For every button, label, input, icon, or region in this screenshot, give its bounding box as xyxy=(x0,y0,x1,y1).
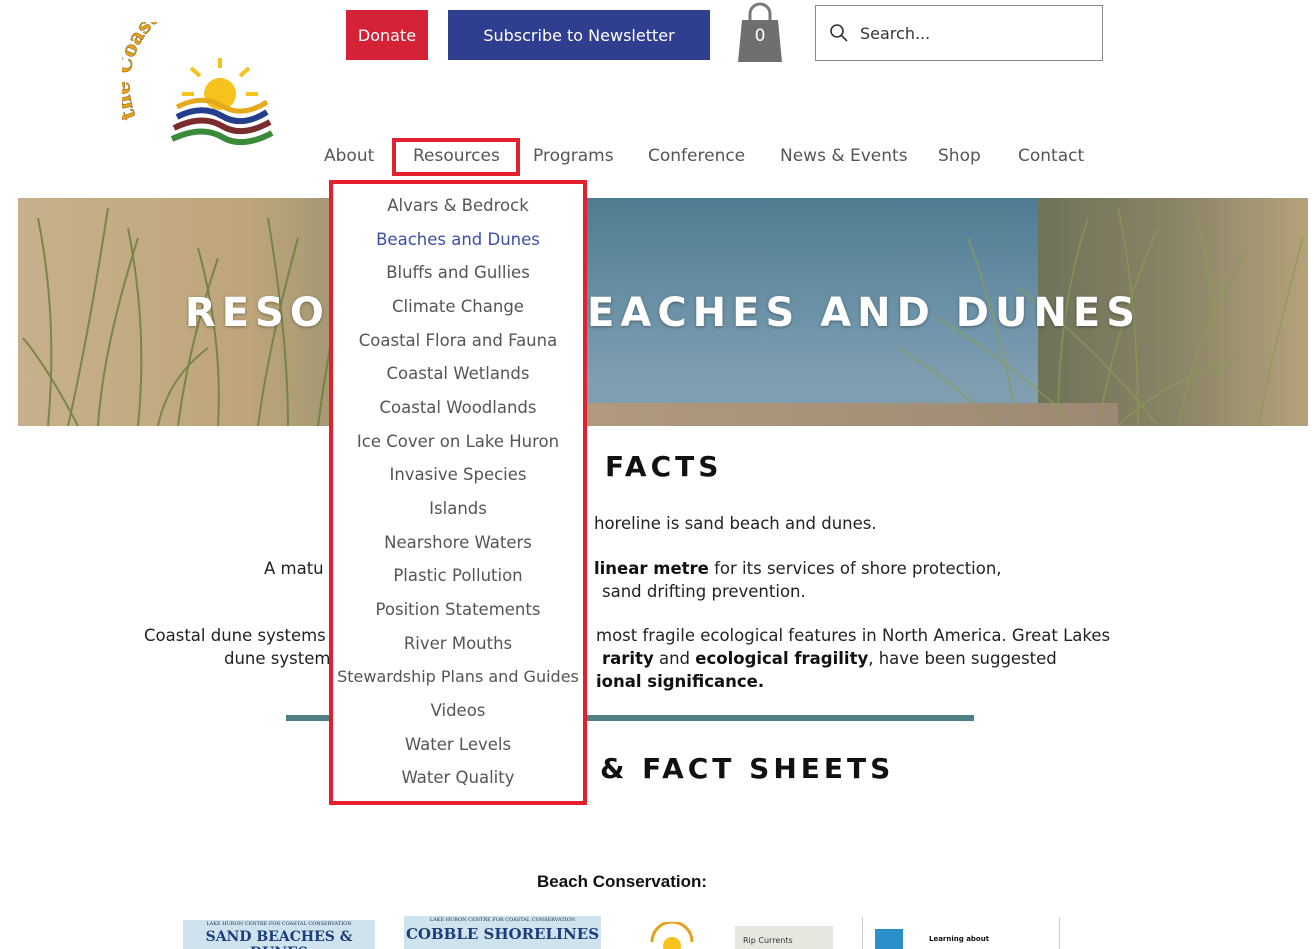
fact-paragraph-3-line1: most fragile ecological features in Nort… xyxy=(596,626,1111,645)
dropdown-item-stewardship-plans[interactable]: Stewardship Plans and Guides xyxy=(333,667,583,686)
hero-title: RESOURCES: BEACHES AND DUNES xyxy=(184,290,1142,336)
linear-metre-bold: linear metre xyxy=(594,559,709,578)
hero-banner: RESOURCES: BEACHES AND DUNES xyxy=(18,198,1308,426)
rip-currents-factsheet[interactable]: Rip Currents xyxy=(735,926,833,949)
search-box[interactable] xyxy=(815,5,1103,61)
learning-about-factsheet[interactable]: Learning about xyxy=(862,917,1060,949)
thumb-org-label: LAKE HURON CENTRE FOR COASTAL CONSERVATI… xyxy=(206,921,352,927)
thumb-title: COBBLE SHORELINES xyxy=(405,925,600,943)
dropdown-item-position-statements[interactable]: Position Statements xyxy=(333,600,583,619)
thumb-org-label: LAKE HURON CENTRE FOR COASTAL CONSERVATI… xyxy=(429,917,576,923)
nav-item-conference[interactable]: Conference xyxy=(648,146,745,166)
dropdown-item-alvars-bedrock[interactable]: Alvars & Bedrock xyxy=(333,196,583,215)
p3-rest: , have been suggested xyxy=(868,649,1057,668)
sand-beaches-dunes-factsheet[interactable]: LAKE HURON CENTRE FOR COASTAL CONSERVATI… xyxy=(183,920,375,949)
dropdown-item-water-quality[interactable]: Water Quality xyxy=(333,768,583,787)
dropdown-item-bluffs-gullies[interactable]: Bluffs and Gullies xyxy=(333,263,583,282)
dropdown-item-invasive-species[interactable]: Invasive Species xyxy=(333,465,583,484)
dropdown-item-coastal-woodlands[interactable]: Coastal Woodlands xyxy=(333,398,583,417)
beach-conservation-label: Beach Conservation: xyxy=(536,872,708,891)
cart-button[interactable]: 0 xyxy=(736,2,784,62)
fact-sheets-heading: & FACT SHEETS xyxy=(600,752,895,785)
donate-button[interactable]: Donate xyxy=(346,10,428,60)
dropdown-item-coastal-wetlands[interactable]: Coastal Wetlands xyxy=(333,364,583,383)
p2-rest: for its services of shore protection, xyxy=(714,559,1002,578)
dropdown-item-plastic-pollution[interactable]: Plastic Pollution xyxy=(333,566,583,585)
fact-paragraph-3-prefix2: dune system xyxy=(224,649,331,668)
facts-heading: FACTS xyxy=(605,450,723,483)
dropdown-item-beaches-dunes[interactable]: Beaches and Dunes xyxy=(333,230,583,249)
subscribe-newsletter-button[interactable]: Subscribe to Newsletter xyxy=(448,10,710,60)
resources-dropdown-menu: Alvars & Bedrock Beaches and Dunes Bluff… xyxy=(329,180,587,805)
nav-item-shop[interactable]: Shop xyxy=(938,146,981,166)
dropdown-item-islands[interactable]: Islands xyxy=(333,499,583,518)
dropdown-item-videos[interactable]: Videos xyxy=(333,701,583,720)
rarity-bold: rarity xyxy=(602,649,654,668)
fact-paragraph-3-prefix1: Coastal dune systems xyxy=(144,626,326,645)
main-nav: About Resources Programs Conference News… xyxy=(0,138,1314,176)
dropdown-item-flora-fauna[interactable]: Coastal Flora and Fauna xyxy=(333,331,583,350)
thumb-title: Learning about xyxy=(929,935,990,943)
sun-logo-icon xyxy=(650,922,694,949)
cobble-shorelines-factsheet[interactable]: LAKE HURON CENTRE FOR COASTAL CONSERVATI… xyxy=(404,916,601,949)
coastal-centre-logo[interactable]: the Coastal Centre xyxy=(110,0,298,150)
thumb-image-block xyxy=(875,929,903,949)
thumb-title: Rip Currents xyxy=(743,936,793,945)
search-icon xyxy=(830,24,848,42)
nav-item-resources[interactable]: Resources xyxy=(413,146,500,166)
dropdown-item-water-levels[interactable]: Water Levels xyxy=(333,735,583,754)
dropdown-item-ice-cover[interactable]: Ice Cover on Lake Huron xyxy=(333,432,583,451)
dropdown-item-river-mouths[interactable]: River Mouths xyxy=(333,634,583,653)
nav-item-contact[interactable]: Contact xyxy=(1018,146,1084,166)
fact-paragraph-3-line2: rarity and ecological fragility, have be… xyxy=(602,647,1057,670)
fact-paragraph-1: horeline is sand beach and dunes. xyxy=(594,514,877,533)
fact-paragraph-2-line2: sand drifting prevention. xyxy=(602,582,806,601)
nav-item-about[interactable]: About xyxy=(324,146,374,166)
ecological-fragility-bold: ecological fragility xyxy=(695,649,869,668)
nav-item-programs[interactable]: Programs xyxy=(533,146,614,166)
coastal-centre-thumb-logo[interactable] xyxy=(640,922,704,949)
fact-paragraph-2-line1: linear metre for its services of shore p… xyxy=(594,557,1002,580)
nav-item-news-events[interactable]: News & Events xyxy=(780,146,908,166)
thumb-title: SAND BEACHES & DUNES xyxy=(205,929,353,949)
fact-paragraph-2-prefix: A matu xyxy=(264,559,324,578)
significance-bold: ional significance. xyxy=(596,672,765,691)
dropdown-item-climate-change[interactable]: Climate Change xyxy=(333,297,583,316)
fact-paragraph-3-line3: ional significance. xyxy=(596,670,764,693)
search-input[interactable] xyxy=(858,22,1082,44)
cart-count: 0 xyxy=(754,26,766,46)
p3-and: and xyxy=(658,649,691,668)
dropdown-item-nearshore-waters[interactable]: Nearshore Waters xyxy=(333,533,583,552)
